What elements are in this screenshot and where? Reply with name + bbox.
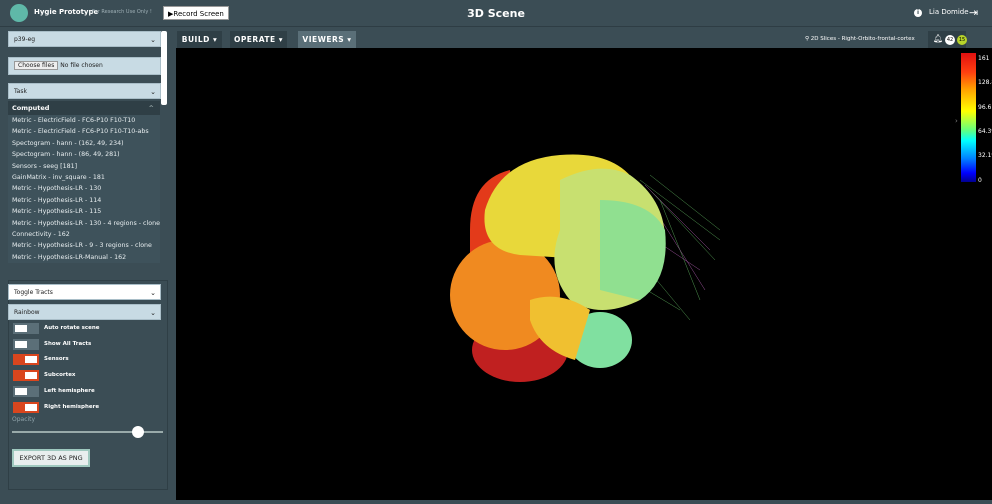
toggle-switch[interactable]: [13, 354, 39, 366]
count-badge-alt[interactable]: 15: [957, 35, 967, 45]
toggle-switch[interactable]: [13, 401, 39, 413]
computed-item[interactable]: Spectogram - hann - (162, 49, 234): [8, 138, 160, 149]
colorbar-tick: 32.19: [978, 152, 992, 160]
opacity-slider-knob[interactable]: [132, 426, 144, 438]
top-bar: Hygie Prototype For Research Use Only ! …: [0, 0, 992, 27]
computed-item[interactable]: Metric - Hypothesis-LR - 115: [8, 206, 160, 217]
logout-icon[interactable]: ⇥: [969, 6, 978, 19]
toggle-switch[interactable]: [13, 338, 39, 350]
pin-icon: ⚲: [805, 36, 810, 42]
export-png-button[interactable]: EXPORT 3D AS PNG: [12, 449, 90, 467]
toggle-knob: [15, 325, 27, 332]
expand-panel-icon[interactable]: ›: [955, 117, 958, 125]
count-badge[interactable]: 42: [945, 35, 955, 45]
chevron-down-icon: ⌄: [150, 289, 156, 297]
computed-item[interactable]: Metric - ElectricField - FC6-P10 F10-T10…: [8, 126, 160, 137]
computed-item[interactable]: Metric - Hypothesis-LR-Manual - 162: [8, 252, 160, 263]
computed-item[interactable]: Sensors - seeg [181]: [8, 161, 160, 172]
project-select-value: p39-eg: [14, 36, 36, 43]
computed-list: Computed ^ Metric - ElectricField - FC6-P…: [8, 101, 160, 263]
toggle-label: Subcortex: [44, 372, 76, 379]
computed-header[interactable]: Computed ^: [8, 101, 160, 115]
notifications[interactable]: 🔔︎ 42 15: [928, 31, 967, 48]
toggle-knob: [25, 356, 37, 364]
chevron-down-icon: ⌄: [150, 88, 156, 96]
location-label: ⚲ 2D Slices - Right-Orbito-frontal-corte…: [805, 36, 915, 42]
page-title: 3D Scene: [467, 7, 525, 20]
brain-render: [450, 154, 721, 382]
location-text: 2D Slices - Right-Orbito-frontal-cortex: [810, 36, 915, 42]
computed-title: Computed: [12, 104, 50, 112]
colorbar-tick: 161: [978, 55, 990, 62]
task-select-value: Task: [14, 88, 27, 95]
app-subtitle: For Research Use Only !: [92, 9, 152, 15]
record-screen-button[interactable]: ▶Record Screen: [163, 6, 229, 20]
colorbar-tick: 96.6: [978, 103, 992, 111]
logo-icon: [10, 4, 28, 22]
toggle-label: Auto rotate scene: [44, 325, 100, 331]
record-label: Record Screen: [173, 10, 224, 18]
computed-item[interactable]: GainMatrix - inv_square - 181: [8, 172, 160, 183]
computed-item[interactable]: Metric - Hypothesis-LR - 9 - 3 regions -…: [8, 240, 160, 251]
opacity-label: Opacity: [12, 416, 36, 423]
project-select[interactable]: p39-eg ⌄: [8, 31, 161, 47]
tab-build[interactable]: BUILD ▾: [177, 31, 222, 48]
chevron-up-icon: ^: [148, 104, 154, 112]
sidebar-scrollbar[interactable]: [161, 31, 167, 105]
file-input: Choose files No file chosen: [8, 57, 161, 75]
chevron-down-icon: ⌄: [150, 36, 156, 44]
colorbar-tick: 64.39: [978, 127, 992, 135]
tracts-select-value: Toggle Tracts: [14, 289, 53, 296]
3d-canvas[interactable]: [176, 48, 992, 500]
colormap-select-value: Rainbow: [14, 309, 40, 316]
toggle-knob: [15, 387, 27, 395]
toggle-switch[interactable]: [13, 385, 39, 397]
computed-item[interactable]: Metric - Hypothesis-LR - 130: [8, 183, 160, 194]
tab-operate[interactable]: OPERATE ▾: [230, 31, 287, 48]
toggle-knob: [15, 340, 27, 348]
choose-files-button[interactable]: Choose files: [14, 61, 59, 70]
toggle-switch[interactable]: [13, 323, 39, 334]
computed-item[interactable]: Metric - Hypothesis-LR - 130 - 4 regions…: [8, 218, 160, 229]
toggle-label: Left hemisphere: [44, 387, 95, 394]
chevron-down-icon: ⌄: [150, 309, 156, 317]
toggle-label: Sensors: [44, 356, 69, 363]
colorbar-tick: 0: [978, 176, 982, 184]
toggle-knob: [25, 372, 37, 380]
task-select[interactable]: Task ⌄: [8, 83, 161, 99]
app-name: Hygie Prototype: [34, 8, 99, 16]
computed-item[interactable]: Metric - Hypothesis-LR - 114: [8, 195, 160, 206]
colorbar-tick: 128.8: [978, 79, 992, 87]
computed-item[interactable]: Spectogram - hann - (86, 49, 281): [8, 149, 160, 160]
computed-item[interactable]: Metric - ElectricField - FC6-P10 F10-T10: [8, 115, 160, 126]
toggle-label: Show All Tracts: [44, 340, 92, 347]
toggle-label: Right hemisphere: [44, 403, 100, 410]
info-icon[interactable]: i: [914, 9, 922, 17]
tracts-select[interactable]: Toggle Tracts ⌄: [8, 284, 161, 300]
colormap-select[interactable]: Rainbow ⌄: [8, 304, 161, 320]
toggle-knob: [25, 403, 37, 411]
user-name[interactable]: Lia Domide: [929, 8, 969, 16]
tab-viewers[interactable]: VIEWERS ▾: [298, 31, 356, 48]
file-status: No file chosen: [60, 62, 103, 69]
toggle-switch[interactable]: [13, 370, 39, 382]
colorbar: [961, 53, 976, 182]
computed-item[interactable]: Connectivity - 162: [8, 229, 160, 240]
bell-icon[interactable]: 🔔︎: [933, 34, 943, 43]
